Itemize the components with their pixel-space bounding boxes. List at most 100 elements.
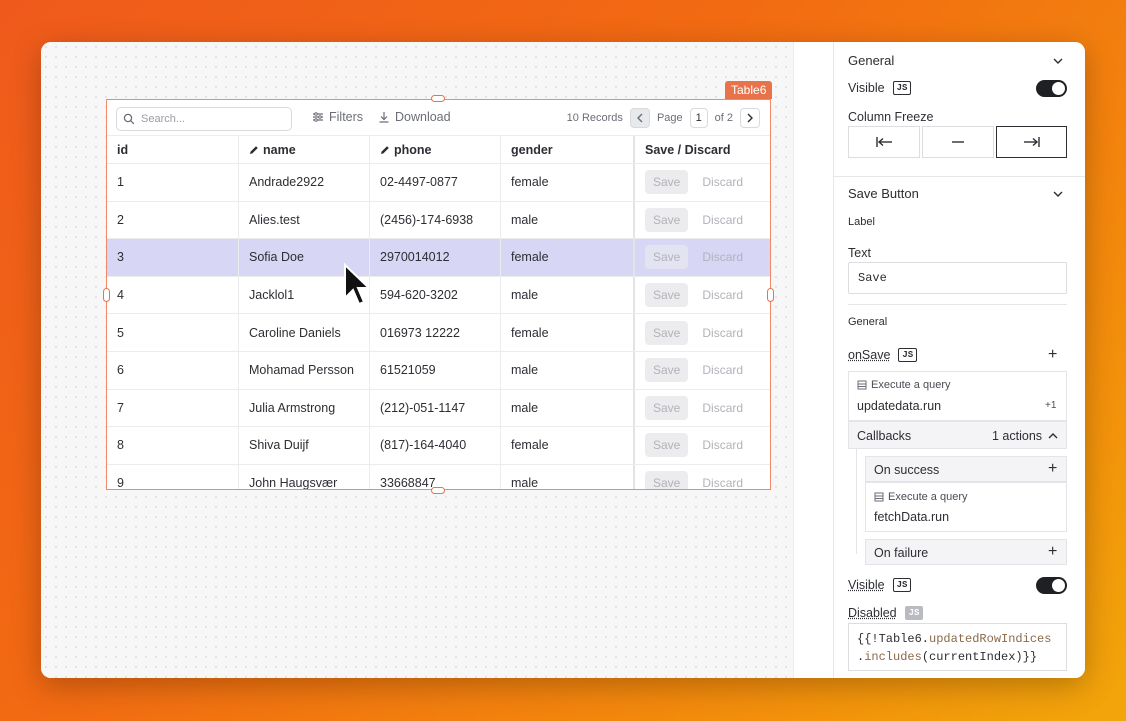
freeze-right-button[interactable] (996, 126, 1067, 158)
resize-handle-top[interactable] (431, 95, 445, 102)
table-cell-phone[interactable]: 02-4497-0877 (370, 164, 501, 201)
pencil-icon (381, 145, 389, 154)
table-cell-phone[interactable]: 016973 12222 (370, 314, 501, 351)
table-cell-phone[interactable]: 594-620-3202 (370, 276, 501, 314)
js-toggle-button-active[interactable]: JS (904, 606, 924, 620)
table-cell-gender: male (501, 351, 635, 389)
table-row[interactable]: 5 Caroline Daniels 016973 12222 female Save D… (107, 314, 770, 352)
row-save-button[interactable]: Save (645, 283, 689, 308)
table-row[interactable]: 4 Jacklol1 594-620-3202 male Save Discard (107, 276, 770, 315)
table-cell-phone[interactable]: (817)-164-4040 (370, 427, 501, 464)
data-table: id name phone gender Save / Discard 1 And… (107, 136, 770, 489)
row-save-button[interactable]: Save (645, 245, 689, 270)
page-number-input[interactable]: 1 (689, 108, 708, 128)
table-cell-phone[interactable]: (212)-051-1147 (370, 389, 501, 427)
row-save-button[interactable]: Save (645, 320, 689, 345)
table-cell-name[interactable]: Mohamad Persson (239, 351, 370, 389)
chevron-down-icon[interactable] (1052, 188, 1064, 200)
save-text-input[interactable]: Save (848, 262, 1067, 294)
onsave-query-name: updatedata.run (857, 399, 942, 413)
row-save-button[interactable]: Save (645, 433, 689, 458)
table-row[interactable]: 1 Andrade2922 02-4497-0877 female Save Discar… (107, 164, 770, 202)
add-failure-action-button[interactable]: + (1048, 544, 1057, 560)
resize-handle-left[interactable] (103, 288, 110, 302)
callbacks-header[interactable]: Callbacks 1 actions (848, 421, 1067, 449)
row-discard-button[interactable]: Discard (702, 213, 743, 227)
general-section-title[interactable]: General (848, 53, 894, 68)
filters-button[interactable]: Filters (312, 110, 363, 124)
table-cell-phone[interactable]: 2970014012 (370, 239, 501, 276)
js-toggle-button[interactable]: JS (892, 578, 912, 592)
execute-query-label: Execute a query (888, 491, 968, 503)
widget-name-tag[interactable]: Table6 (725, 81, 773, 99)
row-save-button[interactable]: Save (645, 395, 689, 420)
next-page-button[interactable] (740, 108, 760, 128)
filters-label: Filters (329, 110, 364, 124)
table-cell-gender: male (501, 276, 635, 314)
resize-handle-right[interactable] (767, 288, 774, 302)
row-discard-button[interactable]: Discard (702, 476, 743, 489)
table-row[interactable]: 3 Sofia Doe 2970014012 female Save Discard (107, 239, 770, 277)
table-cell-phone[interactable]: (2456)-174-6938 (370, 201, 501, 239)
add-event-button[interactable]: + (1048, 347, 1057, 363)
chevron-up-icon (1048, 433, 1058, 439)
row-save-button[interactable]: Save (645, 207, 689, 232)
add-success-action-button[interactable]: + (1048, 461, 1057, 477)
row-discard-button[interactable]: Discard (702, 438, 743, 452)
visible-toggle[interactable] (1036, 80, 1067, 97)
on-success-header[interactable]: On success + (865, 456, 1067, 482)
row-discard-button[interactable]: Discard (702, 175, 743, 189)
disabled-code-editor[interactable]: {{!Table6.updatedRowIndices .includes(cu… (848, 623, 1067, 671)
table-cell-name[interactable]: Caroline Daniels (239, 314, 370, 351)
table-cell-id: 6 (107, 351, 239, 389)
row-discard-button[interactable]: Discard (702, 363, 743, 377)
chevron-down-icon[interactable] (1052, 55, 1064, 67)
resize-handle-bottom[interactable] (431, 487, 445, 494)
visible2-toggle[interactable] (1036, 577, 1067, 594)
mouse-cursor-icon (344, 262, 372, 306)
save-button-section-title[interactable]: Save Button (848, 186, 919, 201)
row-discard-button[interactable]: Discard (702, 401, 743, 415)
search-input[interactable]: Search... (116, 107, 292, 131)
table-row[interactable]: 8 Shiva Duijf (817)-164-4040 female Save Disc… (107, 427, 770, 465)
table-row[interactable]: 2 Alies.test (2456)-174-6938 male Save Discar… (107, 201, 770, 240)
table-row[interactable]: 9 John Haugsvær 33668847 male Save Discard (107, 464, 770, 489)
row-discard-button[interactable]: Discard (702, 326, 743, 340)
table-cell-name[interactable]: Andrade2922 (239, 164, 370, 201)
js-toggle-button[interactable]: JS (892, 81, 912, 95)
table-cell-name[interactable]: Julia Armstrong (239, 389, 370, 427)
section-divider (834, 176, 1085, 177)
column-header-phone[interactable]: phone (370, 136, 501, 163)
row-discard-button[interactable]: Discard (702, 288, 743, 302)
table-row[interactable]: 6 Mohamad Persson 61521059 male Save Discard (107, 351, 770, 390)
table-cell-phone[interactable]: 33668847 (370, 464, 501, 489)
table-cell-phone[interactable]: 61521059 (370, 351, 501, 389)
on-success-query-name: fetchData.run (874, 510, 950, 524)
row-save-button[interactable]: Save (645, 471, 689, 489)
freeze-left-button[interactable] (848, 126, 920, 158)
table-widget[interactable]: Search... Filters Download 10 Records Pa… (106, 99, 771, 490)
freeze-none-button[interactable] (922, 126, 994, 158)
onsave-label: onSave (848, 348, 891, 362)
row-save-button[interactable]: Save (645, 170, 689, 195)
column-header-actions[interactable]: Save / Discard (635, 136, 769, 163)
column-header-gender[interactable]: gender (501, 136, 635, 163)
row-save-button[interactable]: Save (645, 358, 689, 383)
onsave-action-card[interactable]: Execute a query updatedata.run +1 (848, 371, 1067, 421)
column-header-name[interactable]: name (239, 136, 370, 163)
table-cell-gender: female (501, 314, 635, 351)
table-cell-name[interactable]: Shiva Duijf (239, 427, 370, 464)
prev-page-button[interactable] (629, 108, 650, 128)
column-header-id[interactable]: id (107, 136, 239, 163)
execute-query-row: Execute a query (874, 491, 968, 503)
row-discard-button[interactable]: Discard (702, 250, 743, 264)
table-cell-id: 8 (107, 427, 239, 464)
js-toggle-button[interactable]: JS (898, 348, 918, 362)
pencil-icon (250, 145, 258, 154)
table-cell-name[interactable]: Alies.test (239, 201, 370, 239)
on-success-action-card[interactable]: Execute a query fetchData.run (865, 482, 1067, 532)
table-cell-name[interactable]: John Haugsvær (239, 464, 370, 489)
table-row[interactable]: 7 Julia Armstrong (212)-051-1147 male Save Di… (107, 389, 770, 428)
on-failure-header[interactable]: On failure + (865, 539, 1067, 565)
download-button[interactable]: Download (378, 110, 451, 124)
